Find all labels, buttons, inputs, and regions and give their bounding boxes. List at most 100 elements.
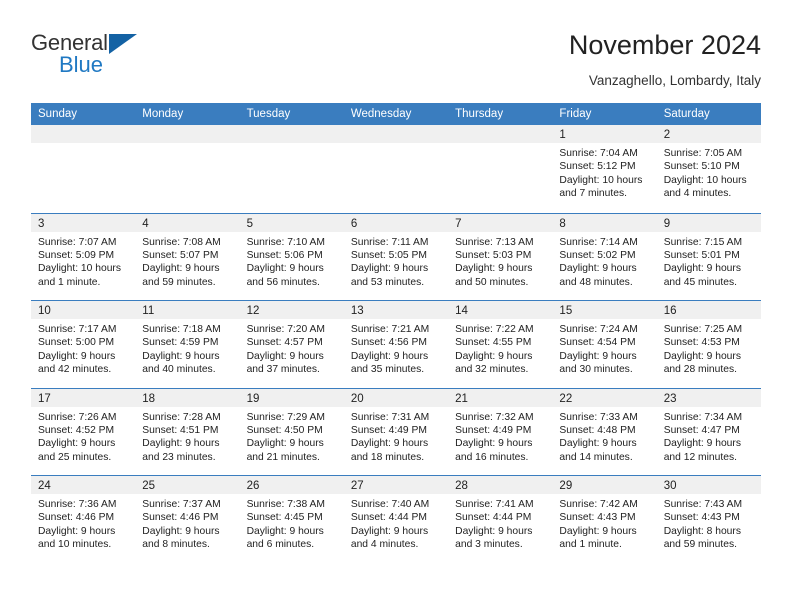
daylight-text-line1: Daylight: 9 hours — [142, 350, 220, 362]
sun-info: Sunrise: 7:10 AM Sunset: 5:06 PM Daylight:… — [240, 232, 344, 290]
calendar-day-cell[interactable]: 3 Sunrise: 7:07 AM Sunset: 5:09 PM Daylight… — [31, 212, 136, 300]
sun-info: Sunrise: 7:08 AM Sunset: 5:07 PM Daylight:… — [135, 232, 239, 290]
calendar-day-cell[interactable]: 13 Sunrise: 7:21 AM Sunset: 4:56 PM Dayligh… — [343, 300, 449, 388]
daylight-text-line2: and 56 minutes. — [246, 276, 320, 288]
day-number: 8 — [559, 217, 566, 230]
sunrise-text: Sunrise: 7:11 AM — [350, 236, 429, 248]
calendar-day-cell[interactable]: 12 Sunrise: 7:20 AM Sunset: 4:57 PM Dayligh… — [239, 300, 344, 388]
day-number-band: 4 — [135, 213, 240, 232]
calendar-day-cell[interactable]: 19 Sunrise: 7:29 AM Sunset: 4:50 PM Dayligh… — [239, 387, 344, 475]
calendar-day-cell[interactable]: 14 Sunrise: 7:22 AM Sunset: 4:55 PM Dayligh… — [448, 300, 553, 388]
general-blue-logo[interactable]: General Blue — [31, 28, 149, 84]
calendar-day-cell[interactable]: 26 Sunrise: 7:38 AM Sunset: 4:45 PM Dayligh… — [239, 475, 344, 563]
calendar-day-cell[interactable]: 5 Sunrise: 7:10 AM Sunset: 5:06 PM Daylight… — [239, 212, 344, 300]
calendar-day-cell[interactable]: 9 Sunrise: 7:15 AM Sunset: 5:01 PM Daylight… — [656, 212, 761, 300]
calendar-day-cell[interactable]: 30 Sunrise: 7:43 AM Sunset: 4:43 PM Dayligh… — [656, 475, 761, 563]
daylight-text-line1: Daylight: 9 hours — [350, 438, 429, 450]
sun-info: Sunrise: 7:07 AM Sunset: 5:09 PM Daylight:… — [31, 232, 135, 290]
sun-info: Sunrise: 7:38 AM Sunset: 4:45 PM Daylight:… — [240, 494, 344, 552]
sunrise-text: Sunrise: 7:15 AM — [663, 236, 743, 248]
day-number: 5 — [246, 217, 253, 230]
day-number: 1 — [559, 129, 566, 141]
sunrise-text: Sunrise: 7:29 AM — [246, 411, 325, 423]
daylight-text-line2: and 40 minutes. — [142, 364, 216, 376]
day-number-band: 1 — [552, 125, 657, 143]
sunrise-text: Sunrise: 7:10 AM — [246, 236, 325, 248]
day-number: 9 — [663, 217, 671, 230]
daylight-text-line2: and 1 minute. — [38, 276, 101, 288]
day-number-band: 15 — [552, 301, 657, 319]
calendar-day-cell[interactable]: 16 Sunrise: 7:25 AM Sunset: 4:53 PM Dayligh… — [656, 300, 761, 388]
calendar-week-row: 24 Sunrise: 7:36 AM Sunset: 4:46 PM Dayligh… — [31, 475, 761, 563]
calendar-day-cell[interactable]: 7 Sunrise: 7:13 AM Sunset: 5:03 PM Daylight… — [448, 212, 553, 300]
calendar-page: General Blue November 2024 Vanzaghello, … — [0, 0, 792, 612]
weekday-tuesday: Tuesday — [246, 108, 291, 120]
sunset-text: Sunset: 4:43 PM — [663, 512, 740, 524]
day-number-band: 27 — [343, 476, 449, 494]
daylight-text-line2: and 53 minutes. — [350, 276, 425, 288]
daylight-text-line1: Daylight: 10 hours — [38, 263, 121, 275]
sunrise-text: Sunrise: 7:13 AM — [455, 236, 534, 248]
day-number-band: 10 — [31, 301, 136, 319]
calendar-day-cell[interactable]: 10 Sunrise: 7:17 AM Sunset: 5:00 PM Dayligh… — [31, 300, 136, 388]
sun-info: Sunrise: 7:33 AM Sunset: 4:48 PM Daylight:… — [552, 407, 656, 465]
calendar-day-cell[interactable]: 6 Sunrise: 7:11 AM Sunset: 5:05 PM Daylight… — [343, 212, 449, 300]
sun-info: Sunrise: 7:28 AM Sunset: 4:51 PM Daylight:… — [135, 407, 239, 465]
weekday-sunday: Sunday — [38, 108, 78, 120]
sun-info: Sunrise: 7:31 AM Sunset: 4:49 PM Daylight:… — [344, 407, 448, 465]
day-number: 22 — [559, 392, 573, 405]
calendar-day-cell[interactable]: 1 Sunrise: 7:04 AM Sunset: 5:12 PM Daylight… — [552, 125, 657, 213]
daylight-text-line2: and 35 minutes. — [350, 364, 425, 376]
daylight-text-line2: and 8 minutes. — [142, 539, 210, 551]
daylight-text-line2: and 1 minute. — [559, 539, 622, 551]
weekday-header-row: Sunday Monday Tuesday Wednesday Thursday… — [31, 103, 761, 125]
sunrise-text: Sunrise: 7:43 AM — [663, 499, 743, 510]
daylight-text-line1: Daylight: 9 hours — [38, 350, 116, 362]
sun-info: Sunrise: 7:17 AM Sunset: 5:00 PM Daylight:… — [31, 319, 135, 377]
day-number: 7 — [455, 217, 462, 230]
daylight-text-line1: Daylight: 9 hours — [663, 350, 741, 362]
sunset-text: Sunset: 5:12 PM — [559, 161, 636, 173]
daylight-text-line1: Daylight: 9 hours — [455, 438, 533, 450]
calendar-day-cell[interactable]: 17 Sunrise: 7:26 AM Sunset: 4:52 PM Dayligh… — [31, 387, 136, 475]
daylight-text-line2: and 14 minutes. — [559, 451, 633, 463]
day-number-band: 5 — [239, 213, 344, 232]
calendar-day-cell[interactable]: 11 Sunrise: 7:18 AM Sunset: 4:59 PM Dayligh… — [135, 300, 240, 388]
calendar-day-cell[interactable]: 20 Sunrise: 7:31 AM Sunset: 4:49 PM Dayligh… — [343, 387, 449, 475]
day-number: 26 — [246, 480, 260, 492]
calendar-day-cell[interactable]: 15 Sunrise: 7:24 AM Sunset: 4:54 PM Dayligh… — [552, 300, 657, 388]
daylight-text-line1: Daylight: 9 hours — [142, 525, 220, 537]
daylight-text-line1: Daylight: 9 hours — [559, 525, 637, 537]
day-number: 10 — [38, 305, 51, 317]
calendar-day-cell[interactable]: 28 Sunrise: 7:41 AM Sunset: 4:44 PM Dayligh… — [448, 475, 553, 563]
calendar-day-cell[interactable]: 29 Sunrise: 7:42 AM Sunset: 4:43 PM Dayligh… — [552, 475, 657, 563]
sunset-text: Sunset: 4:46 PM — [142, 512, 219, 524]
daylight-text-line1: Daylight: 8 hours — [663, 525, 741, 537]
daylight-text-line2: and 4 minutes. — [350, 539, 419, 551]
daylight-text-line1: Daylight: 9 hours — [142, 263, 220, 275]
calendar-day-cell[interactable]: 27 Sunrise: 7:40 AM Sunset: 4:44 PM Dayligh… — [343, 475, 449, 563]
day-number-band: 17 — [31, 388, 136, 407]
daylight-text-line1: Daylight: 9 hours — [559, 350, 637, 362]
calendar-day-cell[interactable]: 22 Sunrise: 7:33 AM Sunset: 4:48 PM Dayligh… — [552, 387, 657, 475]
daylight-text-line2: and 4 minutes. — [663, 188, 732, 200]
day-number-band: 22 — [552, 388, 657, 407]
calendar-day-cell[interactable]: 4 Sunrise: 7:08 AM Sunset: 5:07 PM Daylight… — [135, 212, 240, 300]
day-number: 27 — [350, 480, 364, 492]
calendar-day-cell[interactable]: 24 Sunrise: 7:36 AM Sunset: 4:46 PM Dayligh… — [31, 475, 136, 563]
calendar-day-cell[interactable]: 25 Sunrise: 7:37 AM Sunset: 4:46 PM Dayligh… — [135, 475, 240, 563]
day-number-band: 12 — [239, 301, 344, 319]
calendar-day-cell[interactable]: 8 Sunrise: 7:14 AM Sunset: 5:02 PM Daylight… — [552, 212, 657, 300]
day-number-band: 24 — [31, 476, 136, 494]
day-number: 20 — [350, 392, 364, 405]
sun-info: Sunrise: 7:41 AM Sunset: 4:44 PM Daylight:… — [448, 494, 552, 552]
calendar-day-cell[interactable]: 18 Sunrise: 7:28 AM Sunset: 4:51 PM Dayligh… — [135, 387, 240, 475]
calendar-day-cell[interactable]: 21 Sunrise: 7:32 AM Sunset: 4:49 PM Dayligh… — [448, 387, 553, 475]
day-number: 12 — [246, 305, 260, 317]
sunset-text: Sunset: 5:03 PM — [455, 249, 532, 261]
calendar-day-cell[interactable]: 2 Sunrise: 7:05 AM Sunset: 5:10 PM Daylight… — [656, 125, 761, 213]
daylight-text-line2: and 59 minutes. — [142, 276, 216, 288]
day-number-band: 25 — [135, 476, 240, 494]
calendar-cell-empty — [448, 125, 553, 213]
calendar-day-cell[interactable]: 23 Sunrise: 7:34 AM Sunset: 4:47 PM Dayligh… — [656, 387, 761, 475]
